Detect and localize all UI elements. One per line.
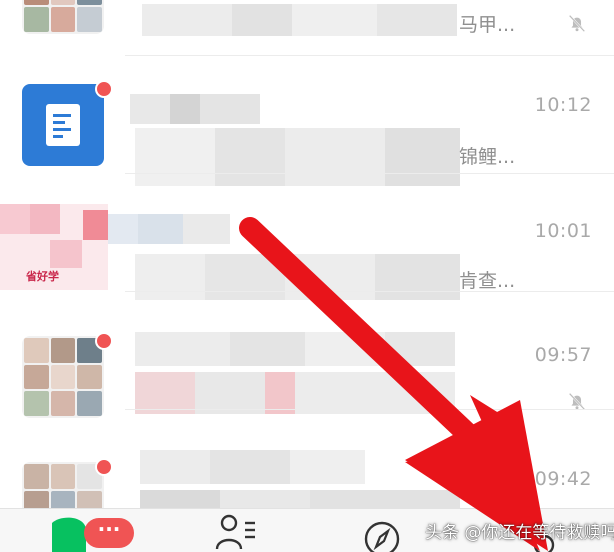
watermark-text: 头条 @你还在等待救赎吗 — [425, 523, 614, 543]
red-arrow-annotation — [239, 217, 548, 551]
